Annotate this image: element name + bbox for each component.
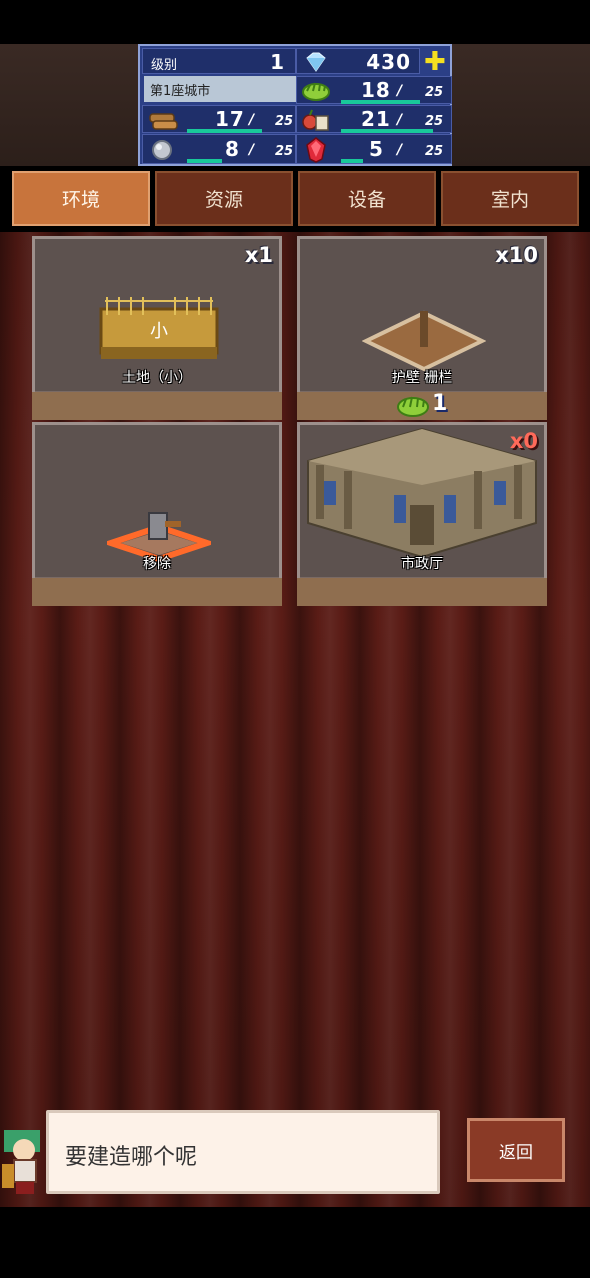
build-card-fence[interactable]: x10 护壁 栅栏 1 — [297, 236, 547, 420]
food-icon — [302, 109, 329, 131]
card-count: x1 — [244, 243, 273, 267]
ore-icon — [152, 140, 172, 160]
slash: / — [249, 112, 255, 128]
slash: / — [397, 142, 403, 158]
gems-value: 430 — [366, 50, 411, 74]
wood-bar — [187, 129, 262, 133]
resource-food: 21 / 25 — [296, 105, 452, 133]
level-cell: 级别 1 — [142, 48, 296, 74]
tab-resources[interactable]: 资源 — [155, 171, 293, 226]
build-card-remove[interactable]: 移除 — [32, 422, 282, 606]
ore-bar — [187, 159, 222, 163]
tab-interior[interactable]: 室内 — [441, 171, 579, 226]
grass-current: 18 — [361, 78, 391, 102]
slash: / — [397, 112, 403, 128]
system-nav-bar — [0, 1207, 590, 1278]
food-max: 25 — [425, 114, 444, 129]
card-cost: 1 — [432, 391, 448, 416]
grass-icon — [302, 82, 330, 101]
slash: / — [397, 83, 403, 99]
build-card-land-small[interactable]: x1 小 土地（小） — [32, 236, 282, 420]
resource-ruby: 5 / 25 — [296, 134, 452, 164]
wood-icon — [149, 113, 178, 130]
dialog-bubble: 要建造哪个呢 — [46, 1110, 440, 1194]
svg-text:小: 小 — [150, 321, 168, 342]
back-button[interactable]: 返回 — [467, 1118, 565, 1182]
diamond-icon — [306, 52, 326, 72]
card-floor — [32, 578, 282, 606]
tab-equipment[interactable]: 设备 — [298, 171, 436, 226]
grass-bar — [341, 100, 420, 104]
level-value: 1 — [270, 50, 285, 74]
advisor-avatar — [2, 1130, 40, 1194]
city-name: 第1座城市 — [144, 76, 296, 102]
grass-icon — [397, 396, 429, 417]
system-status-bar — [0, 0, 590, 44]
card-label: 土地（小） — [122, 370, 192, 386]
card-label: 移除 — [143, 556, 171, 572]
card-label: 护壁 栅栏 — [391, 370, 453, 386]
slash: / — [249, 142, 255, 158]
level-label: 级别 — [151, 58, 178, 73]
card-floor — [32, 392, 282, 420]
status-panel: 级别 1 430 ✚ 第1座城市 18 / 25 17 / 25 21 / 25… — [138, 44, 452, 166]
ore-max: 25 — [275, 144, 294, 159]
tab-environment[interactable]: 环境 — [12, 171, 150, 226]
food-bar — [341, 129, 433, 133]
dialog-message: 要建造哪个呢 — [65, 1145, 198, 1170]
ruby-bar — [341, 159, 363, 163]
build-card-city-hall[interactable]: x0 市政厅 — [297, 422, 547, 606]
wood-current: 17 — [215, 107, 245, 131]
add-gems-button[interactable]: ✚ — [424, 49, 446, 75]
ruby-icon — [306, 137, 326, 163]
card-count: x10 — [495, 243, 538, 267]
gems-cell: 430 — [296, 48, 420, 74]
card-floor — [297, 578, 547, 606]
ruby-max: 25 — [425, 144, 444, 159]
resource-grass: 18 / 25 — [296, 76, 452, 104]
resource-ore: 8 / 25 — [142, 134, 296, 164]
wood-max: 25 — [275, 114, 294, 129]
ore-current: 8 — [225, 137, 240, 161]
ruby-current: 5 — [369, 137, 384, 161]
city-hall-icon — [307, 427, 537, 559]
fence-icon — [362, 310, 486, 371]
grass-max: 25 — [425, 85, 444, 100]
food-current: 21 — [361, 107, 391, 131]
card-label: 市政厅 — [401, 556, 443, 572]
land-plot-icon: 小 — [99, 297, 219, 359]
resource-wood: 17 / 25 — [142, 105, 296, 133]
